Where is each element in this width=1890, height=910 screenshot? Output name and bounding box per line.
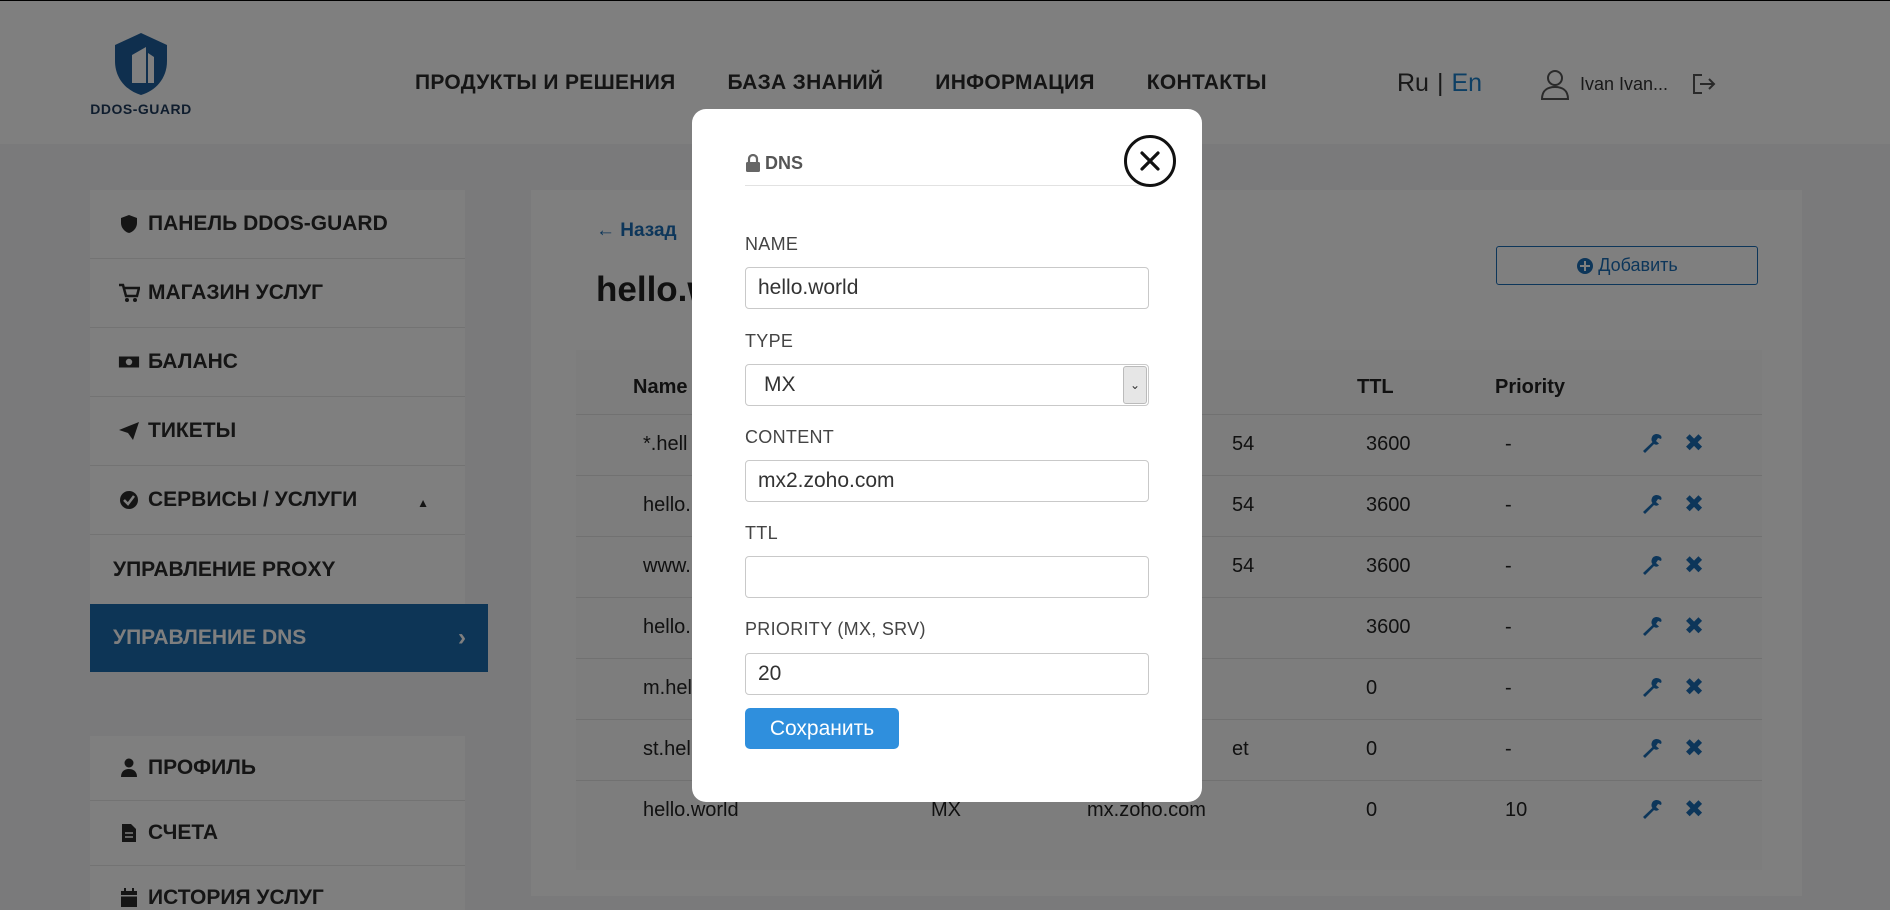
ttl-label: TTL [745, 523, 778, 543]
ttl-field[interactable] [745, 556, 1149, 598]
close-icon [1140, 151, 1160, 171]
content-label: CONTENT [745, 427, 835, 447]
type-select-value: MX [764, 373, 796, 396]
modal-title: DNS [765, 153, 804, 173]
priority-label: PRIORITY (MX, SRV) [745, 619, 926, 639]
priority-field[interactable]: 20 [745, 653, 1149, 695]
close-button[interactable] [1124, 135, 1176, 187]
save-button[interactable]: Сохранить [745, 708, 899, 749]
type-select[interactable]: MX ⌄ [745, 364, 1149, 406]
dns-record-modal: DNS NAME hello.world TYPE MX ⌄ CONTENT m… [692, 109, 1202, 802]
name-field[interactable]: hello.world [745, 267, 1149, 309]
name-label: NAME [745, 234, 799, 254]
lock-icon [746, 154, 760, 172]
chevron-down-icon[interactable]: ⌄ [1123, 366, 1147, 404]
content-field[interactable]: mx2.zoho.com [745, 460, 1149, 502]
modal-header: DNS [745, 153, 1147, 186]
type-label: TYPE [745, 331, 794, 351]
